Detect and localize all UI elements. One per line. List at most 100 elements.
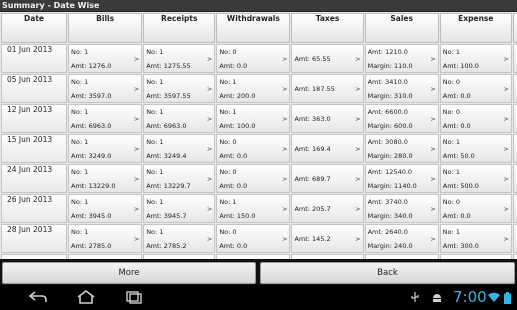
taxes-cell[interactable]: Amt: 145.2 > bbox=[291, 224, 364, 253]
expense-line-1: No: 1 bbox=[442, 48, 460, 56]
receipts-cell[interactable]: No: 1 Amt: 3945.7 > bbox=[143, 194, 216, 223]
sales-cell[interactable]: Amt: 2640.0 Margin: 240.0 > bbox=[364, 224, 439, 253]
taxes-cell[interactable]: Amt: 65.55 > bbox=[291, 44, 364, 73]
table-row: 15 Jun 2013 No: 1 Amt: 3249.0 > No: 1 Amt: 32… bbox=[1, 134, 517, 163]
chevron-right-icon: > bbox=[133, 175, 140, 183]
bills-cell[interactable]: No: 1 Amt: 1276.0 > bbox=[68, 44, 143, 73]
expense-line-2: Amt: 500.0 bbox=[442, 182, 479, 190]
window-title: Summary - Date Wise bbox=[0, 0, 517, 12]
overflow-cell bbox=[512, 104, 517, 133]
withdrawals-cell[interactable]: No: 0 Amt: 0.0 > bbox=[216, 164, 291, 193]
receipts-cell[interactable]: No: 1 Amt: 3249.4 > bbox=[143, 134, 216, 163]
taxes-line-1: Amt: 169.4 bbox=[294, 145, 331, 153]
sales-cell[interactable]: Amt: 3410.0 Margin: 310.0 > bbox=[364, 74, 439, 103]
taxes-cell[interactable]: Amt: 169.4 > bbox=[291, 134, 364, 163]
header-row: Date Bills Receipts Withdrawals Taxes Sa… bbox=[1, 13, 517, 43]
overflow-cell bbox=[512, 74, 517, 103]
sales-line-1: Amt: 12540.0 bbox=[367, 168, 413, 176]
sales-cell[interactable]: Amt: 6600.0 Margin: 600.0 > bbox=[364, 104, 439, 133]
receipts-line-2: Amt: 3945.7 bbox=[146, 212, 187, 220]
chevron-right-icon: > bbox=[355, 235, 361, 243]
chevron-right-icon: > bbox=[282, 205, 288, 213]
receipts-line-1: No: 1 bbox=[146, 138, 164, 146]
withdrawals-line-2: Amt: 200.0 bbox=[219, 92, 256, 100]
expense-cell[interactable]: No: 1 Amt: 50.0 > bbox=[439, 134, 512, 163]
overflow-cell bbox=[512, 164, 517, 193]
withdrawals-cell[interactable]: No: 0 Amt: 0.0 > bbox=[216, 44, 291, 73]
wifi-icon bbox=[488, 292, 500, 307]
expense-cell[interactable]: No: 1 Amt: 500.0 > bbox=[439, 164, 512, 193]
withdrawals-line-1: No: 1 bbox=[219, 198, 237, 206]
date-cell: 01 Jun 2013 bbox=[1, 44, 68, 73]
button-bar: More Back bbox=[0, 259, 517, 285]
back-arrow-icon[interactable] bbox=[28, 290, 48, 307]
receipts-line-2: Amt: 1275.55 bbox=[146, 62, 191, 70]
chevron-right-icon: > bbox=[206, 205, 213, 213]
bills-line-1: No: 1 bbox=[71, 228, 89, 236]
withdrawals-cell[interactable]: No: 1 Amt: 200.0 > bbox=[216, 74, 291, 103]
taxes-cell[interactable]: Amt: 689.7 > bbox=[291, 164, 364, 193]
bills-cell[interactable]: No: 1 Amt: 3597.0 > bbox=[68, 74, 143, 103]
bills-line-1: No: 1 bbox=[71, 168, 89, 176]
expense-cell[interactable]: No: 0 Amt: 0.0 > bbox=[439, 104, 512, 133]
withdrawals-cell[interactable]: No: 1 Amt: 150.0 > bbox=[216, 194, 291, 223]
battery-icon bbox=[504, 292, 511, 308]
sales-line-1: Amt: 2640.0 bbox=[367, 228, 408, 236]
expense-line-2: Amt: 0.0 bbox=[442, 212, 471, 220]
back-button[interactable]: Back bbox=[260, 262, 515, 284]
expense-cell[interactable]: No: 0 Amt: 0.0 > bbox=[439, 74, 512, 103]
bills-cell[interactable]: No: 1 Amt: 6963.0 > bbox=[68, 104, 143, 133]
table-row: 05 Jun 2013 No: 1 Amt: 3597.0 > No: 1 Amt: 35… bbox=[1, 74, 517, 103]
expense-line-1: No: 1 bbox=[442, 228, 460, 236]
expense-cell[interactable]: No: 1 Amt: 100.0 > bbox=[439, 44, 512, 73]
withdrawals-line-2: Amt: 100.0 bbox=[219, 122, 256, 130]
chevron-right-icon: > bbox=[206, 55, 213, 63]
bills-cell[interactable]: No: 1 Amt: 13229.0 > bbox=[68, 164, 143, 193]
bills-cell[interactable]: No: 1 Amt: 2785.0 > bbox=[68, 224, 143, 253]
taxes-cell[interactable]: Amt: 363.0 > bbox=[291, 104, 364, 133]
taxes-cell[interactable]: Amt: 187.55 > bbox=[291, 74, 364, 103]
chevron-right-icon: > bbox=[430, 175, 436, 183]
sales-cell[interactable]: Amt: 3080.0 Margin: 280.0 > bbox=[364, 134, 439, 163]
taxes-line-1: Amt: 65.55 bbox=[294, 55, 331, 63]
sales-line-1: Amt: 6600.0 bbox=[367, 108, 408, 116]
sales-line-2: Margin: 310.0 bbox=[367, 92, 413, 100]
bills-line-2: Amt: 3945.0 bbox=[71, 212, 112, 220]
withdrawals-line-1: No: 1 bbox=[219, 78, 237, 86]
column-header-overflow bbox=[512, 13, 517, 43]
bills-cell[interactable]: No: 1 Amt: 3945.0 > bbox=[68, 194, 143, 223]
sales-line-1: Amt: 3410.0 bbox=[367, 78, 408, 86]
sales-cell[interactable]: Amt: 12540.0 Margin: 1140.0 > bbox=[364, 164, 439, 193]
withdrawals-cell[interactable]: No: 0 Amt: 0.0 > bbox=[216, 134, 291, 163]
receipts-cell[interactable]: No: 1 Amt: 1275.55 > bbox=[143, 44, 216, 73]
bills-cell[interactable]: No: 1 Amt: 3249.0 > bbox=[68, 134, 143, 163]
date-cell: 26 Jun 2013 bbox=[1, 194, 68, 223]
receipts-cell[interactable]: No: 1 Amt: 3597.55 > bbox=[143, 74, 216, 103]
recent-apps-icon[interactable] bbox=[124, 290, 144, 307]
sales-cell[interactable]: Amt: 3740.0 Margin: 340.0 > bbox=[364, 194, 439, 223]
column-header-sales: Sales bbox=[364, 13, 439, 43]
chevron-right-icon: > bbox=[133, 55, 140, 63]
more-button[interactable]: More bbox=[2, 262, 256, 284]
taxes-cell[interactable]: Amt: 205.7 > bbox=[291, 194, 364, 223]
chevron-right-icon: > bbox=[206, 235, 213, 243]
table-row: 12 Jun 2013 No: 1 Amt: 6963.0 > No: 1 Amt: 69… bbox=[1, 104, 517, 133]
bills-line-2: Amt: 6963.0 bbox=[71, 122, 112, 130]
taxes-line-1: Amt: 187.55 bbox=[294, 85, 335, 93]
chevron-right-icon: > bbox=[355, 115, 361, 123]
chevron-right-icon: > bbox=[282, 175, 288, 183]
chevron-right-icon: > bbox=[503, 55, 509, 63]
chevron-right-icon: > bbox=[206, 145, 213, 153]
sales-cell[interactable]: Amt: 1210.0 Margin: 110.0 > bbox=[364, 44, 439, 73]
expense-cell[interactable]: No: 0 Amt: 0.0 > bbox=[439, 194, 512, 223]
withdrawals-cell[interactable]: No: 0 Amt: 0.0 > bbox=[216, 224, 291, 253]
chevron-right-icon: > bbox=[133, 115, 140, 123]
receipts-cell[interactable]: No: 1 Amt: 13229.7 > bbox=[143, 164, 216, 193]
home-icon[interactable] bbox=[76, 290, 96, 307]
receipts-cell[interactable]: No: 1 Amt: 2785.2 > bbox=[143, 224, 216, 253]
chevron-right-icon: > bbox=[282, 145, 288, 153]
receipts-cell[interactable]: No: 1 Amt: 6963.0 > bbox=[143, 104, 216, 133]
chevron-right-icon: > bbox=[133, 205, 140, 213]
expense-cell[interactable]: No: 1 Amt: 300.0 > bbox=[439, 224, 512, 253]
withdrawals-cell[interactable]: No: 1 Amt: 100.0 > bbox=[216, 104, 291, 133]
